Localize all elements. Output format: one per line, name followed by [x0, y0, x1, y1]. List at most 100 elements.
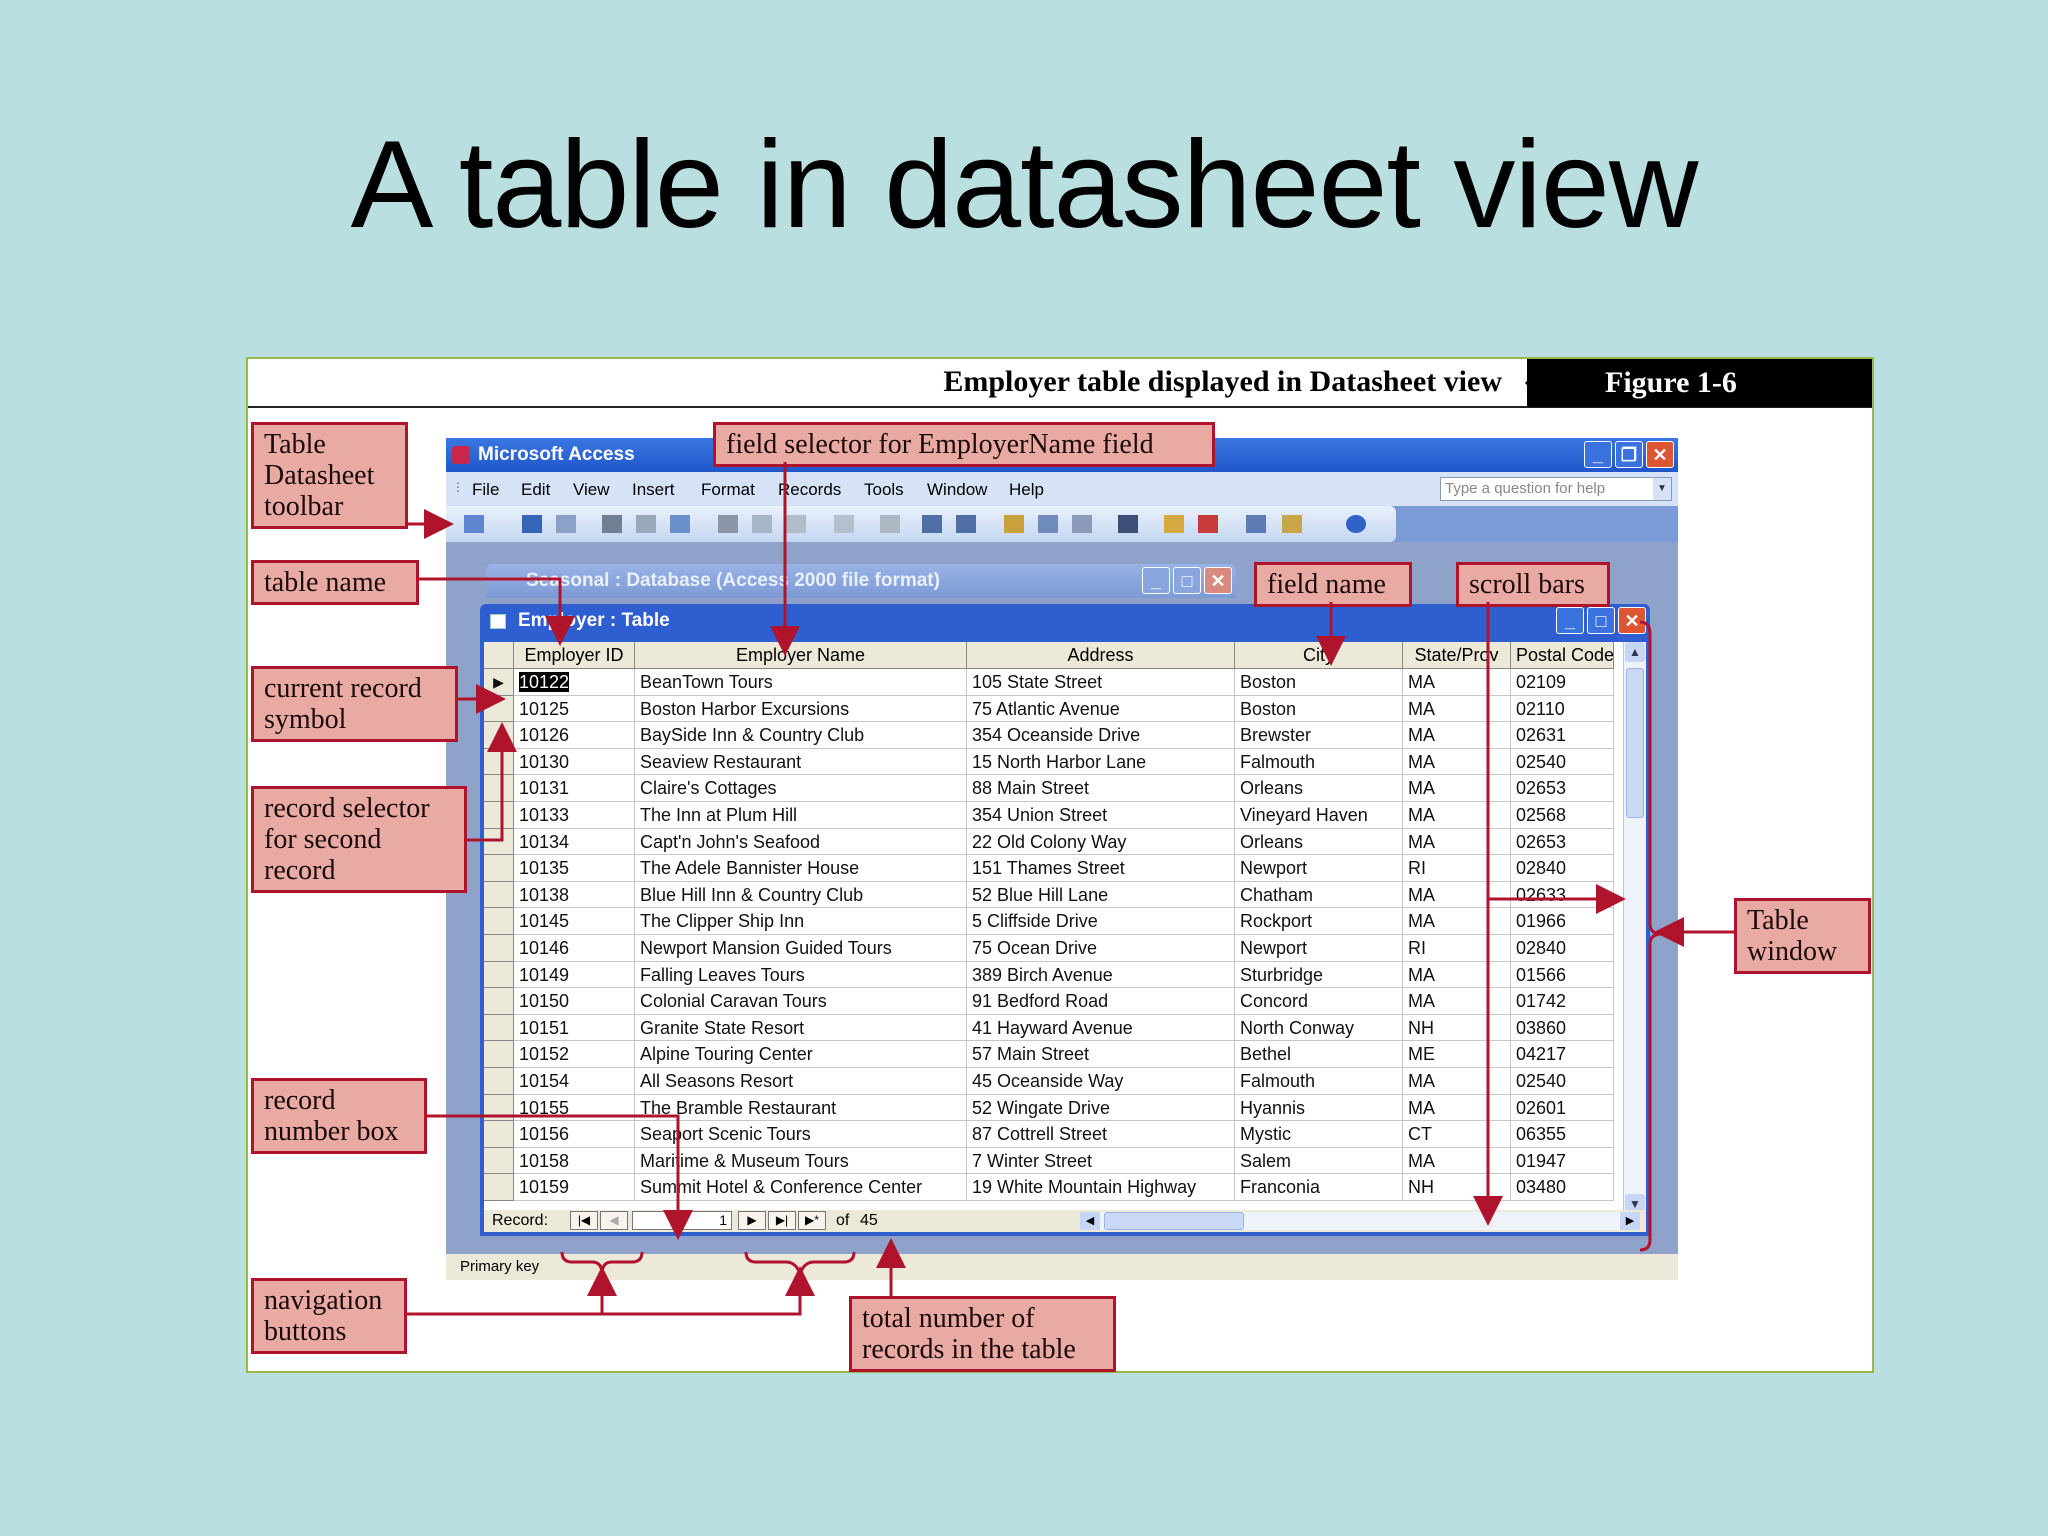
table-cell[interactable]: 01742: [1511, 988, 1614, 1015]
table-cell[interactable]: 02540: [1511, 748, 1614, 776]
table-cell[interactable]: The Adele Bannister House: [635, 855, 967, 882]
table-cell[interactable]: MA: [1403, 801, 1511, 829]
table-cell[interactable]: CT: [1403, 1121, 1511, 1148]
record-selector[interactable]: [484, 695, 514, 723]
table-cell[interactable]: 10130: [514, 748, 635, 776]
table-cell[interactable]: MA: [1403, 961, 1511, 989]
table-cell[interactable]: MA: [1403, 1147, 1511, 1175]
table-cell[interactable]: BeanTown Tours: [635, 669, 967, 696]
table-cell[interactable]: 10158: [514, 1147, 635, 1175]
record-selector[interactable]: [484, 1121, 514, 1148]
table-cell[interactable]: Capt'n John's Seafood: [635, 828, 967, 856]
table-cell[interactable]: 10126: [514, 722, 635, 749]
table-row[interactable]: 10151 Granite State Resort 41 Hayward Aven…: [484, 1014, 1614, 1042]
table-cell[interactable]: RI: [1403, 934, 1511, 962]
sort-ascending-icon[interactable]: [922, 515, 942, 533]
table-cell[interactable]: 19 White Mountain Highway: [967, 1174, 1235, 1201]
close-button[interactable]: ✕: [1646, 441, 1674, 468]
menu-file[interactable]: File: [472, 480, 499, 500]
table-row[interactable]: 10135 The Adele Bannister House 151 Thames…: [484, 855, 1614, 882]
table-cell[interactable]: 75 Atlantic Avenue: [967, 695, 1235, 723]
table-cell[interactable]: NH: [1403, 1014, 1511, 1042]
table-cell[interactable]: MA: [1403, 1094, 1511, 1122]
print-preview-icon[interactable]: [636, 515, 656, 533]
db-maximize-button[interactable]: □: [1173, 567, 1201, 594]
table-cell[interactable]: 02631: [1511, 722, 1614, 749]
menu-help[interactable]: Help: [1009, 480, 1044, 500]
table-cell[interactable]: 10152: [514, 1041, 635, 1068]
help-icon[interactable]: [1346, 515, 1366, 533]
apply-filter-icon[interactable]: [1072, 515, 1092, 533]
table-cell[interactable]: 10155: [514, 1094, 635, 1122]
table-cell[interactable]: Claire's Cottages: [635, 775, 967, 802]
table-row[interactable]: 10131 Claire's Cottages 88 Main Street Orle…: [484, 775, 1614, 802]
new-record-icon[interactable]: [1164, 515, 1184, 533]
previous-record-button[interactable]: ◀: [600, 1211, 628, 1230]
table-minimize-button[interactable]: _: [1556, 607, 1584, 634]
sort-descending-icon[interactable]: [956, 515, 976, 533]
table-cell[interactable]: 10149: [514, 961, 635, 989]
record-selector[interactable]: [484, 961, 514, 989]
table-row[interactable]: 10150 Colonial Caravan Tours 91 Bedford Ro…: [484, 988, 1614, 1015]
table-row[interactable]: 10146 Newport Mansion Guided Tours 75 Ocea…: [484, 934, 1614, 962]
table-cell[interactable]: The Inn at Plum Hill: [635, 801, 967, 829]
table-cell[interactable]: MA: [1403, 722, 1511, 749]
record-selector[interactable]: [484, 722, 514, 749]
table-cell[interactable]: Sturbridge: [1235, 961, 1403, 989]
hyperlink-icon[interactable]: [880, 515, 900, 533]
menu-edit[interactable]: Edit: [521, 480, 550, 500]
table-cell[interactable]: NH: [1403, 1174, 1511, 1201]
new-record-button[interactable]: ▶*: [798, 1211, 826, 1230]
table-cell[interactable]: 01947: [1511, 1147, 1614, 1175]
table-cell[interactable]: 06355: [1511, 1121, 1614, 1148]
table-cell[interactable]: 22 Old Colony Way: [967, 828, 1235, 856]
table-cell[interactable]: 10134: [514, 828, 635, 856]
record-selector[interactable]: [484, 1041, 514, 1068]
field-selector-city[interactable]: City: [1235, 642, 1403, 668]
table-cell[interactable]: 02840: [1511, 934, 1614, 962]
record-selector[interactable]: [484, 1094, 514, 1122]
table-cell[interactable]: MA: [1403, 881, 1511, 909]
field-selector-employer-name[interactable]: Employer Name: [635, 642, 967, 668]
table-cell[interactable]: 10122: [514, 669, 635, 696]
record-selector[interactable]: [484, 748, 514, 776]
table-cell[interactable]: Newport: [1235, 855, 1403, 882]
table-window-titlebar[interactable]: Employer : Table _ □ ✕: [480, 604, 1650, 638]
table-cell[interactable]: Granite State Resort: [635, 1014, 967, 1042]
table-row[interactable]: 10149 Falling Leaves Tours 389 Birch Avenu…: [484, 961, 1614, 989]
table-row[interactable]: 10152 Alpine Touring Center 57 Main Street…: [484, 1041, 1614, 1068]
table-cell[interactable]: Seaport Scenic Tours: [635, 1121, 967, 1148]
table-cell[interactable]: Newport Mansion Guided Tours: [635, 934, 967, 962]
table-cell[interactable]: 02653: [1511, 775, 1614, 802]
table-row[interactable]: 10134 Capt'n John's Seafood 22 Old Colony …: [484, 828, 1614, 856]
help-question-input[interactable]: Type a question for help ▼: [1440, 477, 1672, 501]
table-cell[interactable]: Bethel: [1235, 1041, 1403, 1068]
record-selector[interactable]: [484, 1067, 514, 1095]
table-cell[interactable]: 02109: [1511, 669, 1614, 696]
spelling-icon[interactable]: [670, 515, 690, 533]
table-cell[interactable]: 10145: [514, 908, 635, 935]
minimize-button[interactable]: _: [1584, 441, 1612, 468]
paste-icon[interactable]: [786, 515, 806, 533]
table-cell[interactable]: Salem: [1235, 1147, 1403, 1175]
table-cell[interactable]: 02568: [1511, 801, 1614, 829]
table-cell[interactable]: 02840: [1511, 855, 1614, 882]
db-close-button[interactable]: ✕: [1204, 567, 1232, 594]
table-maximize-button[interactable]: □: [1587, 607, 1615, 634]
table-cell[interactable]: 52 Blue Hill Lane: [967, 881, 1235, 909]
record-selector[interactable]: [484, 988, 514, 1015]
table-cell[interactable]: MA: [1403, 828, 1511, 856]
table-row[interactable]: 10145 The Clipper Ship Inn 5 Cliffside Dri…: [484, 908, 1614, 935]
table-row[interactable]: 10138 Blue Hill Inn & Country Club 52 Blue…: [484, 881, 1614, 909]
table-cell[interactable]: 88 Main Street: [967, 775, 1235, 802]
filter-by-form-icon[interactable]: [1038, 515, 1058, 533]
find-icon[interactable]: [1118, 515, 1138, 533]
table-row[interactable]: 10126 BaySide Inn & Country Club 354 Ocean…: [484, 722, 1614, 749]
table-cell[interactable]: Mystic: [1235, 1121, 1403, 1148]
search-icon[interactable]: [556, 515, 576, 533]
record-number-box[interactable]: 1: [632, 1211, 732, 1230]
table-row[interactable]: 10156 Seaport Scenic Tours 87 Cottrell Str…: [484, 1121, 1614, 1148]
table-cell[interactable]: 87 Cottrell Street: [967, 1121, 1235, 1148]
new-object-icon[interactable]: [1282, 515, 1302, 533]
table-cell[interactable]: Orleans: [1235, 828, 1403, 856]
